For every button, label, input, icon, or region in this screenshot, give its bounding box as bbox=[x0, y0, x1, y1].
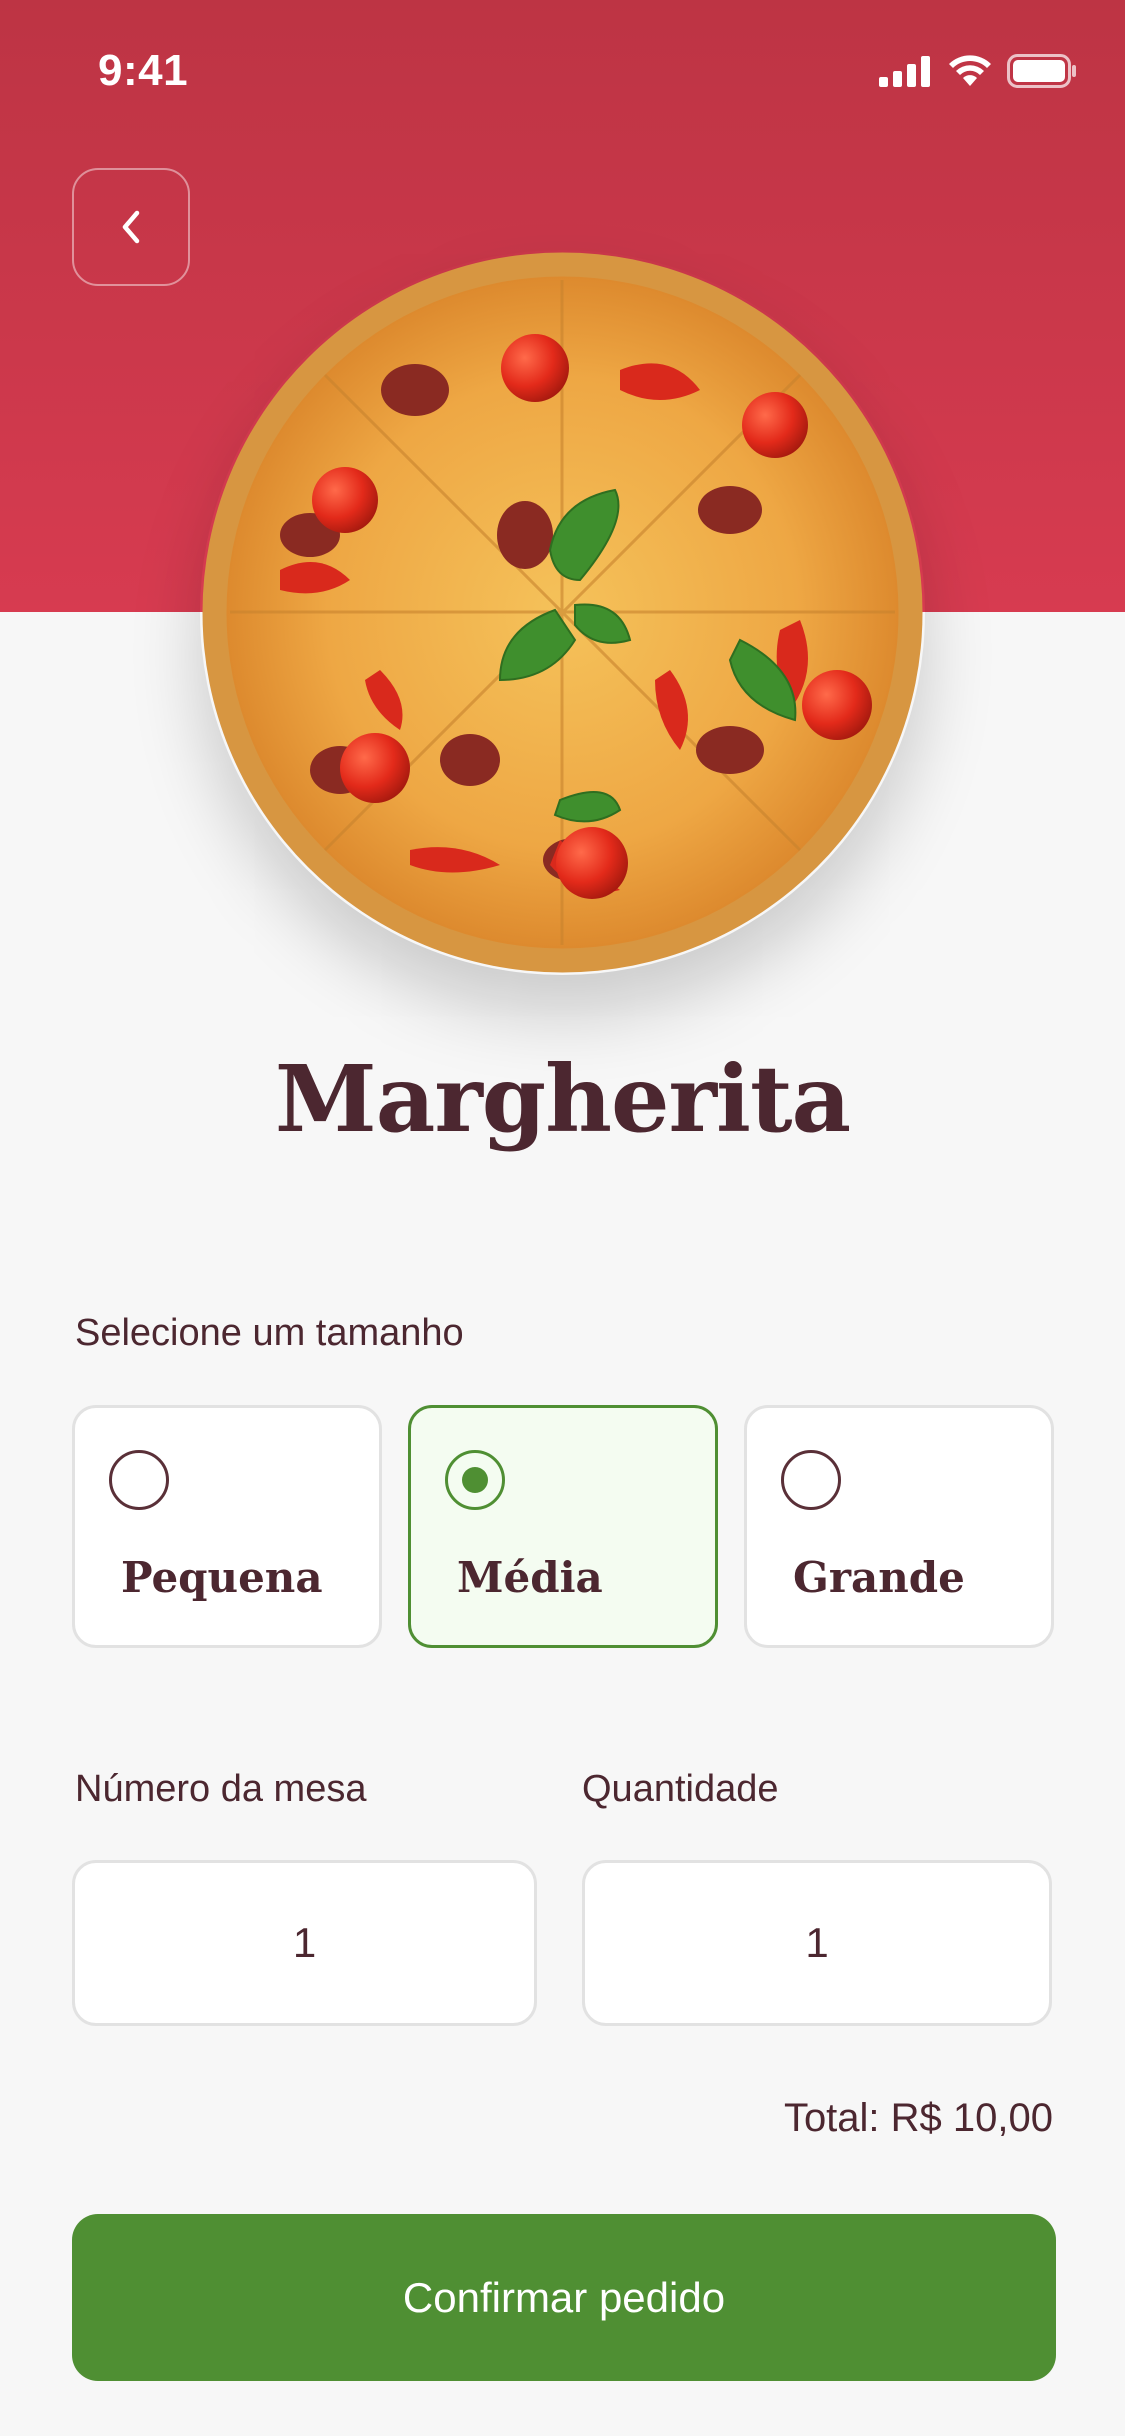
wifi-icon bbox=[949, 55, 991, 86]
size-section-label: Selecione um tamanho bbox=[75, 1312, 464, 1354]
product-title: Margherita bbox=[274, 1045, 851, 1153]
radio-unselected-icon bbox=[109, 1450, 169, 1510]
size-option-label: Pequena bbox=[121, 1553, 323, 1602]
chevron-left-icon bbox=[122, 210, 140, 244]
size-option-media[interactable]: Média bbox=[408, 1405, 718, 1648]
table-number-input[interactable]: 1 bbox=[72, 1860, 537, 2026]
signal-icon bbox=[879, 56, 930, 87]
pizza-image bbox=[200, 250, 925, 975]
back-button[interactable] bbox=[72, 168, 190, 286]
status-bar-time: 9:41 bbox=[98, 46, 189, 95]
status-bar-icons bbox=[879, 54, 1077, 88]
size-option-label: Grande bbox=[793, 1553, 965, 1602]
size-option-grande[interactable]: Grande bbox=[744, 1405, 1054, 1648]
radio-selected-icon bbox=[445, 1450, 505, 1510]
quantity-label: Quantidade bbox=[582, 1768, 779, 1810]
radio-unselected-icon bbox=[781, 1450, 841, 1510]
table-number-label: Número da mesa bbox=[75, 1768, 367, 1810]
confirm-order-button[interactable]: Confirmar pedido bbox=[72, 2214, 1056, 2381]
size-option-pequena[interactable]: Pequena bbox=[72, 1405, 382, 1648]
quantity-input[interactable]: 1 bbox=[582, 1860, 1052, 2026]
size-option-label: Média bbox=[457, 1553, 603, 1602]
battery-icon bbox=[1007, 54, 1076, 88]
order-total: Total: R$ 10,00 bbox=[783, 2096, 1053, 2140]
